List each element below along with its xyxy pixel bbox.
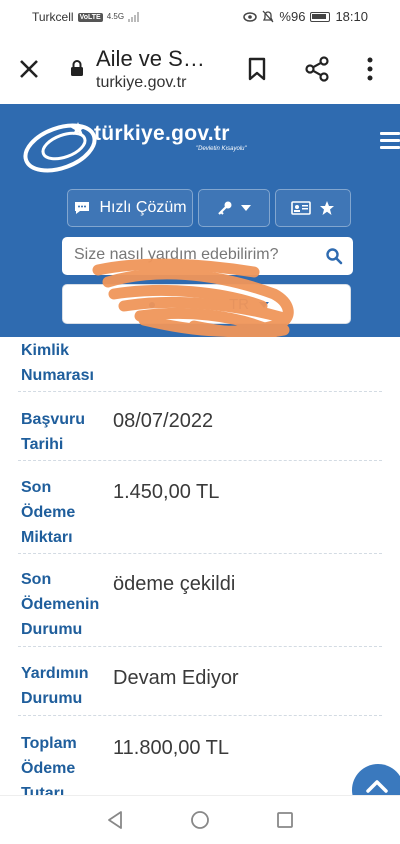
lock-icon <box>71 60 83 76</box>
carrier-name: Turkcell <box>32 10 74 24</box>
logo-tagline: "Devletin Kısayolu" <box>196 146 247 152</box>
url-text[interactable]: turkiye.gov.tr <box>96 74 186 92</box>
chevron-up-icon <box>366 780 388 793</box>
volte-badge: VoLTE <box>77 12 103 22</box>
eye-comfort-icon <box>243 11 258 22</box>
clock: 18:10 <box>335 9 368 24</box>
close-icon[interactable] <box>16 56 42 82</box>
muted-bell-icon <box>262 10 274 23</box>
detail-row-basvuru: Başvuru Tarihi 08/07/2022 <box>18 392 382 461</box>
detail-row-toplam-odeme: Toplam Ödeme Tutarı 11.800,00 TL <box>18 716 382 795</box>
battery-icon <box>310 11 331 22</box>
chevron-down-icon <box>259 302 269 308</box>
battery-percent: %96 <box>279 9 306 24</box>
menu-icon[interactable] <box>380 132 400 150</box>
quick-solution-button[interactable]: Hızlı Çözüm <box>67 189 193 227</box>
search-placeholder: Size nasıl yardım edebilirim? <box>74 246 279 263</box>
bookmark-icon[interactable] <box>246 56 268 82</box>
detail-label: Son Ödeme Miktarı <box>21 479 76 546</box>
detail-label: Yardımın Durumu <box>21 665 89 707</box>
back-icon[interactable] <box>106 810 124 830</box>
detail-row-kimlik: Kimlik Numarası <box>18 337 382 392</box>
search-icon[interactable] <box>325 247 343 265</box>
language-selector[interactable]: TR <box>62 284 351 324</box>
detail-row-yardim-durumu: Yardımın Durumu Devam Ediyor <box>18 647 382 716</box>
login-dropdown-button[interactable] <box>198 189 270 227</box>
detail-row-son-odeme-miktari: Son Ödeme Miktarı 1.450,00 TL <box>18 461 382 554</box>
key-icon <box>218 201 232 215</box>
application-details: Kimlik Numarası Başvuru Tarihi 08/07/202… <box>0 337 400 795</box>
language-label: TR <box>229 296 249 313</box>
detail-value: Devam Ediyor <box>113 667 239 689</box>
language-dot-icon <box>149 302 155 308</box>
system-nav-bar <box>0 795 400 844</box>
share-icon[interactable] <box>304 56 330 82</box>
recent-apps-icon[interactable] <box>276 811 294 829</box>
detail-label: Son Ödemenin Durumu <box>21 571 100 638</box>
site-header: türkiye.gov.tr "Devletin Kısayolu" Hızlı… <box>0 104 400 337</box>
e-id-favorites-button[interactable] <box>275 189 351 227</box>
detail-label: Kimlik Numarası <box>21 342 94 384</box>
detail-value: ödeme çekildi <box>113 573 236 595</box>
status-bar: Turkcell VoLTE 4.5G %96 18:10 <box>0 0 400 36</box>
search-box[interactable]: Size nasıl yardım edebilirim? <box>62 237 353 275</box>
caret-down-icon <box>241 205 251 211</box>
detail-value: 08/07/2022 <box>113 410 214 432</box>
home-icon[interactable] <box>190 810 210 830</box>
logo-text: türkiye.gov.tr <box>94 122 230 145</box>
page-title: Aile ve S… <box>96 46 205 71</box>
browser-toolbar: Aile ve S… turkiye.gov.tr <box>0 36 400 104</box>
detail-value: 11.800,00 TL <box>113 737 230 759</box>
chat-icon <box>75 202 90 214</box>
more-options-icon[interactable] <box>360 56 380 82</box>
quick-solution-label: Hızlı Çözüm <box>99 199 187 216</box>
id-card-icon <box>291 201 311 215</box>
network-type: 4.5G <box>106 12 125 21</box>
star-icon <box>320 201 334 215</box>
detail-value: 1.450,00 TL <box>113 481 220 503</box>
detail-row-son-odeme-durumu: Son Ödemenin Durumu ödeme çekildi <box>18 554 382 647</box>
signal-icon <box>128 12 140 22</box>
detail-label: Toplam Ödeme Tutarı <box>21 735 77 795</box>
detail-label: Başvuru Tarihi <box>21 411 86 453</box>
